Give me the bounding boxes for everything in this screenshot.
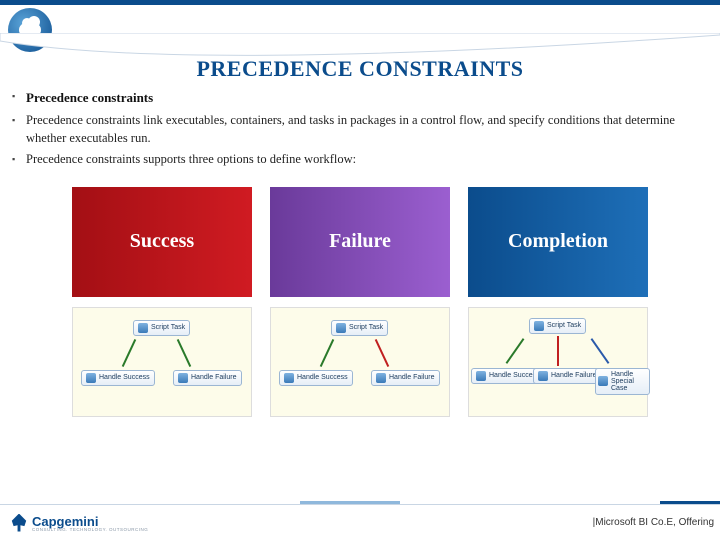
box-completion: Completion [468,187,648,297]
option-boxes-row: Success Failure Completion [12,187,708,297]
bullet-1: Precedence constraints link executables,… [12,112,708,147]
top-border [0,0,720,5]
arrow-green-3 [320,338,334,366]
footer: Capgemini CONSULTING. TECHNOLOGY. OUTSOU… [0,504,720,540]
task-icon [138,323,148,333]
arrow-red-2 [557,336,559,366]
task-handle-failure: Handle Failure [533,368,602,384]
task-icon [538,371,548,381]
arrow-green-2 [177,338,191,366]
task-handle-success: Handle Success [279,370,353,386]
arrow-green-4 [506,338,525,364]
task-label: Handle Success [297,374,348,381]
task-handle-failure: Handle Failure [173,370,242,386]
task-icon [598,376,608,386]
task-label: Handle Success [99,374,150,381]
task-icon [476,371,486,381]
header-curve [0,33,720,63]
diagram-row: Script Task Handle Success Handle Failur… [12,307,708,417]
footer-logo: Capgemini CONSULTING. TECHNOLOGY. OUTSOU… [10,514,148,532]
bullet-2: Precedence constraints supports three op… [12,151,708,169]
task-label: Handle Failure [191,374,237,381]
task-label: Handle Success [489,372,540,379]
box-failure: Failure [270,187,450,297]
task-handle-failure: Handle Failure [371,370,440,386]
task-label: Handle Failure [389,374,435,381]
diagram-success: Script Task Handle Success Handle Failur… [72,307,252,417]
footer-right-text: |Microsoft BI Co.E, Offering [593,517,714,528]
task-script: Script Task [529,318,586,334]
task-label: Script Task [547,322,581,329]
box-success: Success [72,187,252,297]
task-icon [376,373,386,383]
task-icon [178,373,188,383]
arrow-blue-1 [591,338,610,364]
task-label: Handle Special Case [611,371,647,392]
task-script: Script Task [133,320,190,336]
spade-icon [10,514,28,532]
task-label: Handle Failure [551,372,597,379]
bullet-heading: Precedence constraints [12,90,708,106]
task-handle-special: Handle Special Case [595,368,650,395]
arrow-green-1 [122,338,136,366]
task-icon [534,321,544,331]
task-label: Script Task [151,324,185,331]
task-icon [284,373,294,383]
content-area: Precedence constraints Precedence constr… [0,82,720,417]
arrow-red-1 [375,338,389,366]
task-script: Script Task [331,320,388,336]
diagram-completion: Script Task Handle Success Handle Failur… [468,307,648,417]
task-handle-success: Handle Success [81,370,155,386]
diagram-failure: Script Task Handle Success Handle Failur… [270,307,450,417]
task-label: Script Task [349,324,383,331]
footer-tagline: CONSULTING. TECHNOLOGY. OUTSOURCING [32,527,148,532]
task-icon [86,373,96,383]
task-icon [336,323,346,333]
